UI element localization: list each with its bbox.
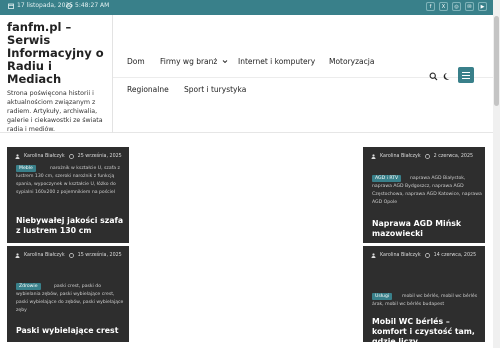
- post-tags: mobil wc bérlés, mobil wc bérlés árak, m…: [372, 293, 482, 309]
- user-icon: [371, 154, 376, 159]
- scrollbar-thumb[interactable]: [494, 16, 499, 106]
- hamburger-line: [462, 74, 470, 76]
- clock-icon: [68, 154, 74, 159]
- nav-divider: [113, 77, 500, 78]
- header-divider: [112, 15, 113, 133]
- calendar-icon: [8, 3, 14, 9]
- post-title[interactable]: Paski wybielające crest: [16, 326, 124, 336]
- post-meta: Karolina Białczyk 14 czerwca, 2025: [371, 253, 476, 258]
- site-title[interactable]: fanfm.pl – Serwis Informacyjny o Radiu i…: [7, 21, 107, 86]
- nav-item-regionalne[interactable]: Regionalne: [127, 85, 169, 94]
- dark-mode-toggle-icon[interactable]: [443, 72, 452, 81]
- site-branding: fanfm.pl – Serwis Informacyjny o Radiu i…: [7, 21, 107, 134]
- top-bar-time: 5:48:27 AM: [66, 2, 109, 9]
- hamburger-line: [462, 71, 470, 73]
- post-author[interactable]: Karolina Białczyk: [380, 154, 421, 159]
- menu-toggle-button[interactable]: [458, 67, 474, 83]
- post-title[interactable]: Niebywałej jakości szafa z lustrem 130 c…: [16, 216, 124, 236]
- youtube-icon[interactable]: ▶: [478, 2, 487, 11]
- post-card[interactable]: Karolina Białczyk 14 czerwca, 2025 Usług…: [363, 246, 485, 342]
- search-icon[interactable]: [429, 72, 438, 81]
- post-meta: Karolina Białczyk 2 czerwca, 2025: [371, 154, 473, 159]
- post-tags: narożnik w kształcie U, szafa z lustrem …: [16, 165, 126, 197]
- current-time: 5:48:27 AM: [75, 2, 110, 9]
- nav-item-motoryzacja[interactable]: Motoryzacja: [329, 57, 374, 66]
- post-tags-text[interactable]: narożnik w kształcie U, szafa z lustrem …: [16, 166, 120, 195]
- nav-item-firms-label: Firmy wg branż: [160, 57, 218, 66]
- facebook-icon[interactable]: f: [426, 2, 435, 11]
- site-header: fanfm.pl – Serwis Informacyjny o Radiu i…: [0, 15, 500, 133]
- hamburger-line: [462, 77, 470, 79]
- post-tags-text[interactable]: naprawa AGD Białystok, naprawa AGD Bydgo…: [372, 176, 482, 205]
- post-date[interactable]: 15 września, 2025: [78, 253, 122, 258]
- current-date: 17 listopada, 2025: [17, 2, 74, 9]
- top-bar-date: 17 listopada, 2025: [8, 2, 73, 9]
- post-meta: Karolina Białczyk 25 września, 2025: [15, 154, 122, 159]
- post-tags: naprawa AGD Białystok, naprawa AGD Bydgo…: [372, 175, 482, 207]
- post-card[interactable]: Karolina Białczyk 15 września, 2025 Zdro…: [7, 246, 129, 342]
- chevron-down-icon: [222, 60, 228, 64]
- nav-item-sport[interactable]: Sport i turystyka: [184, 85, 246, 94]
- post-date[interactable]: 14 czerwca, 2025: [434, 253, 476, 258]
- post-author[interactable]: Karolina Białczyk: [24, 253, 65, 258]
- clock-icon: [66, 2, 72, 9]
- nav-item-firms[interactable]: Firmy wg branż: [160, 57, 228, 66]
- user-icon: [15, 253, 20, 258]
- post-title[interactable]: Naprawa AGD Mińsk mazowiecki: [372, 219, 480, 239]
- post-author[interactable]: Karolina Białczyk: [380, 253, 421, 258]
- mail-icon[interactable]: ✉: [465, 2, 474, 11]
- post-title[interactable]: Mobil WC bérlés – komfort i czystość tam…: [372, 317, 482, 342]
- post-tags-text[interactable]: mobil wc bérlés, mobil wc bérlés árak, m…: [372, 294, 477, 307]
- user-icon: [371, 253, 376, 258]
- clock-icon: [424, 154, 430, 159]
- post-card[interactable]: Karolina Białczyk 2 czerwca, 2025 AGD i …: [363, 147, 485, 243]
- post-tags: paski crest, paski do wybielania zębów, …: [16, 283, 126, 315]
- clock-icon: [424, 253, 430, 258]
- post-meta: Karolina Białczyk 15 września, 2025: [15, 253, 122, 258]
- post-card[interactable]: Karolina Białczyk 25 września, 2025 Mebl…: [7, 147, 129, 243]
- clock-icon: [68, 253, 74, 258]
- x-twitter-icon[interactable]: X: [439, 2, 448, 11]
- post-date[interactable]: 2 czerwca, 2025: [434, 154, 473, 159]
- instagram-icon[interactable]: ◎: [452, 2, 461, 11]
- post-date[interactable]: 25 września, 2025: [78, 154, 122, 159]
- social-links: f X ◎ ✉ ▶: [426, 2, 487, 11]
- top-bar: 17 listopada, 2025 5:48:27 AM f X ◎ ✉ ▶: [0, 0, 500, 15]
- post-tags-text[interactable]: paski crest, paski do wybielania zębów, …: [16, 284, 123, 313]
- nav-item-home[interactable]: Dom: [127, 57, 145, 66]
- post-author[interactable]: Karolina Białczyk: [24, 154, 65, 159]
- site-tagline: Strona poświęcona historii i aktualności…: [7, 90, 103, 133]
- nav-item-internet[interactable]: Internet i komputery: [238, 57, 315, 66]
- user-icon: [15, 154, 20, 159]
